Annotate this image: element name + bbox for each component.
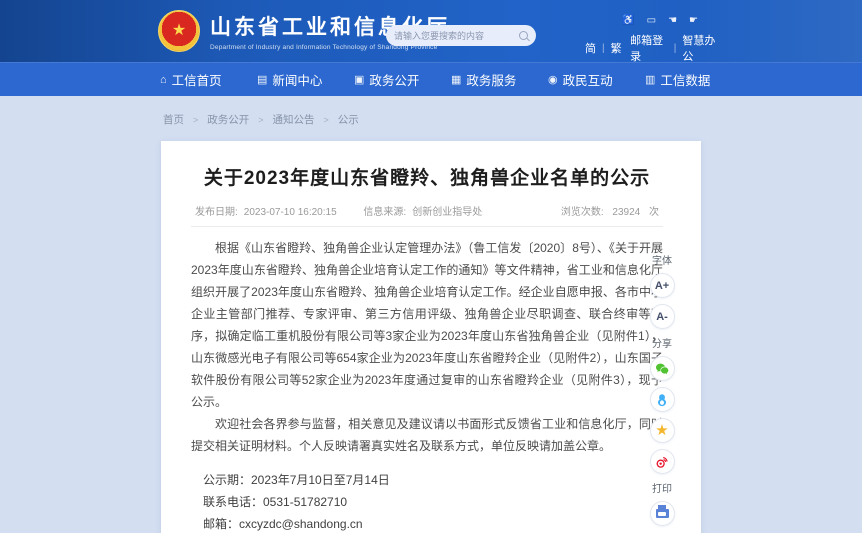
search-icon[interactable] [519,31,528,40]
link-mail-login[interactable]: 邮箱登录 [630,32,668,64]
breadcrumb-separator: > [193,115,198,125]
quick-links: 简 | 繁 邮箱登录 | 智慧办公 [585,32,720,64]
link-smart-office[interactable]: 智慧办公 [682,32,720,64]
nav-item-data[interactable]: ▥ 工信数据 [645,70,742,89]
qq-icon [654,392,670,408]
views-count: 23924 [612,207,640,218]
breadcrumb-separator: > [324,115,329,125]
print-label: 打印 [644,480,680,495]
nav-label: 工信数据 [660,70,710,89]
source-label: 信息来源: [363,207,406,218]
meta-divider [191,226,663,227]
header-utilities: ♿ ▭ ☚ ☛ 简 | 繁 邮箱登录 | 智慧办公 [585,15,720,64]
weibo-share-button[interactable] [650,449,675,474]
nav-label: 新闻中心 [272,70,322,89]
meta-right: 浏览次数: 23924 次 [555,203,659,218]
font-increase-button[interactable]: A+ [650,273,675,298]
search-box[interactable] [386,25,536,46]
utility-icons: ♿ ▭ ☚ ☛ [585,15,698,26]
views-unit: 次 [649,207,659,218]
nav-label: 政务公开 [369,70,419,89]
source-value: 创新创业指导处 [412,207,482,218]
breadcrumb-home[interactable]: 首页 [163,112,184,127]
breadcrumb: 首页 > 政务公开 > 通知公告 > 公示 [163,112,359,127]
qzone-share-button[interactable]: ★ [650,418,675,443]
interaction-icon: ◉ [548,73,558,86]
printer-icon [656,509,669,518]
paragraph: 欢迎社会各界参与监督，相关意见及建议请以书面形式反馈省工业和信息化厅，同时提交相… [191,413,663,457]
breadcrumb-current: 公示 [338,112,359,127]
nav-item-disclosure[interactable]: ▣ 政务公开 [354,70,451,89]
link-simplified[interactable]: 简 [585,40,596,56]
search-input[interactable] [394,31,519,41]
font-decrease-button[interactable]: A- [650,304,675,329]
home-icon: ⌂ [160,74,167,86]
nav-item-services[interactable]: ▦ 政务服务 [451,70,548,89]
publish-date-label: 发布日期: [195,207,238,218]
public-notice-period: 公示期：2023年7月10日至7月14日 [191,469,663,491]
article-meta: 发布日期: 2023-07-10 16:20:15 信息来源: 创新创业指导处 浏览… [191,203,663,218]
paragraph: 根据《山东省瞪羚、独角兽企业认定管理办法》（鲁工信发〔2020〕8号）、《关于开… [191,237,663,413]
breadcrumb-separator: > [258,115,263,125]
nav-item-home[interactable]: ⌂ 工信首页 [160,70,257,89]
contact-info: 公示期：2023年7月10日至7月14日 联系电话：0531-51782710 … [191,469,663,533]
contact-email: 邮箱：cxcyzdc@shandong.cn [191,513,663,533]
hand-left-icon[interactable]: ☚ [668,15,677,26]
weibo-icon [654,454,670,470]
link-separator: | [674,43,677,54]
national-emblem-icon: ★ [158,10,200,52]
contact-phone: 联系电话：0531-51782710 [191,491,663,513]
nav-label: 政民互动 [563,70,613,89]
views-label: 浏览次数: [561,207,604,218]
service-icon: ▦ [451,73,461,86]
main-nav: ⌂ 工信首页 ▤ 新闻中心 ▣ 政务公开 ▦ 政务服务 ◉ 政民互动 ▥ 工信数… [0,62,862,96]
side-toolbar: 字体 A+ A- 分享 ★ 打 [644,246,680,532]
qq-share-button[interactable] [650,387,675,412]
font-size-label: 字体 [644,252,680,267]
breadcrumb-disclosure[interactable]: 政务公开 [207,112,249,127]
news-icon: ▤ [257,73,267,86]
page-title: 关于2023年度山东省瞪羚、独角兽企业名单的公示 [191,163,663,190]
monitor-icon[interactable]: ▭ [647,15,656,26]
print-button[interactable] [650,501,675,526]
wechat-icon [654,361,670,377]
meta-left: 发布日期: 2023-07-10 16:20:15 信息来源: 创新创业指导处 [195,203,506,218]
share-label: 分享 [644,335,680,350]
disclosure-icon: ▣ [354,73,364,86]
page: ★ 山东省工业和信息化厅 Department of Industry and … [0,0,862,533]
data-icon: ▥ [645,73,655,86]
accessibility-icon[interactable]: ♿ [622,15,634,26]
nav-label: 政务服务 [466,70,516,89]
hand-right-icon[interactable]: ☛ [689,15,698,26]
article-body: 根据《山东省瞪羚、独角兽企业认定管理办法》（鲁工信发〔2020〕8号）、《关于开… [191,237,663,533]
link-separator: | [602,43,605,54]
nav-item-news[interactable]: ▤ 新闻中心 [257,70,354,89]
link-traditional[interactable]: 繁 [611,40,622,56]
site-header: ★ 山东省工业和信息化厅 Department of Industry and … [0,0,862,62]
breadcrumb-notices[interactable]: 通知公告 [273,112,315,127]
publish-date: 2023-07-10 16:20:15 [244,207,337,218]
wechat-share-button[interactable] [650,356,675,381]
nav-item-interaction[interactable]: ◉ 政民互动 [548,70,645,89]
qzone-icon: ★ [655,423,668,438]
article-card: 关于2023年度山东省瞪羚、独角兽企业名单的公示 发布日期: 2023-07-10… [161,141,701,533]
nav-label: 工信首页 [172,70,222,89]
